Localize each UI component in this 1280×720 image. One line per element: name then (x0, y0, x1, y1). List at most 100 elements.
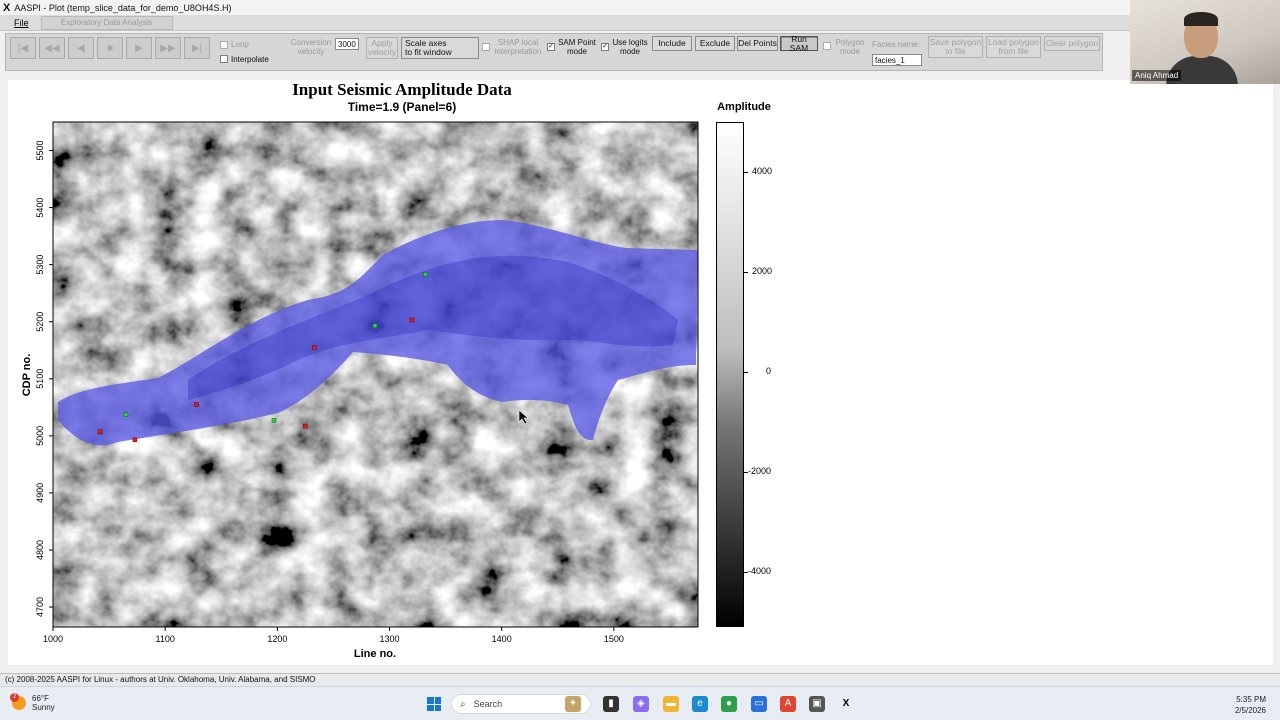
sam-point-line2: mode (566, 47, 587, 56)
y-tick-label: 4700 (35, 597, 45, 617)
exclude-point[interactable] (303, 423, 308, 429)
interpolate-checkbox[interactable] (220, 55, 228, 63)
acrobat-icon[interactable]: A (780, 696, 796, 712)
webcam-overlay: Aniq Ahmad (1130, 0, 1280, 84)
next-frame-button[interactable]: ▶ (126, 37, 152, 59)
facies-name-input[interactable]: facies_1 (872, 54, 922, 66)
exclude-point[interactable] (194, 402, 199, 407)
x-tick-label: 1200 (267, 634, 287, 644)
x-server-icon[interactable]: X (838, 696, 854, 712)
chrome-icon[interactable]: ● (721, 696, 737, 712)
scale-axes-line2: to fit window (405, 47, 452, 57)
app-window: X AASPI - Plot (temp_slice_data_for_demo… (0, 0, 1280, 720)
skip-forward-icon: ▶| (191, 42, 203, 54)
apply-velocity-line2: velocity (367, 47, 397, 57)
sam-point-checkbox[interactable]: ✓ (547, 43, 555, 51)
seismic-plot[interactable]: 1000 1100 1200 1300 1400 1500 4700 4800 4900 500… (8, 80, 1273, 665)
y-tick-label: 5500 (35, 141, 45, 161)
save-polygon-label: Save polygon to file (930, 38, 982, 56)
skip-back-icon: |◀ (17, 42, 29, 54)
load-polygon-label: Load polygon from file (988, 38, 1039, 56)
rewind-button[interactable]: ◀◀ (39, 37, 65, 59)
conversion-velocity-label: Conversion velocity (288, 38, 334, 56)
x-tick-label: 1100 (155, 634, 174, 644)
load-polygon-button[interactable]: Load polygon from file (986, 36, 1041, 58)
clear-polygon-button[interactable]: Clear polygon (1044, 36, 1100, 51)
weather-widget[interactable]: 2 66°F Sunny (10, 693, 55, 712)
file-explorer-icon[interactable]: ▬ (663, 696, 679, 712)
del-points-button[interactable]: Del Points (737, 36, 778, 51)
x-axis: 1000 1100 1200 1300 1400 1500 (43, 627, 624, 644)
facies-name-label: Facies name: (872, 40, 921, 49)
search-label: Search (473, 699, 503, 709)
first-frame-button[interactable]: |◀ (10, 37, 36, 59)
exclude-button[interactable]: Exclude (695, 36, 735, 51)
save-polygon-line2: to file (945, 46, 966, 56)
stop-button[interactable]: ■ (97, 37, 123, 59)
shap-checkbox[interactable] (482, 43, 490, 51)
taskbar: 2 66°F Sunny ⌕ Search ✦ ▮ ◈ ▬ e ● ▭ A ▣ X … (0, 686, 1280, 720)
taskbar-clock[interactable]: 5:35 PM 2/5/2026 (1235, 694, 1266, 716)
sam-point-line1: SAM Point (558, 38, 596, 47)
save-polygon-button[interactable]: Save polygon to file (928, 36, 983, 58)
fast-forward-icon: ▶▶ (160, 42, 176, 54)
webcam-hair (1184, 12, 1218, 26)
next-icon: ▶ (135, 42, 143, 54)
polygon-mode-label: Polygon mode (832, 38, 868, 56)
use-logits-checkbox[interactable]: ✓ (601, 43, 609, 51)
search-icon: ⌕ (460, 698, 466, 710)
last-frame-button[interactable]: ▶| (184, 37, 210, 59)
y-tick-label: 5200 (35, 312, 45, 332)
prev-frame-button[interactable]: ◀ (68, 37, 94, 59)
apply-velocity-button[interactable]: Apply velocity (366, 37, 398, 59)
y-tick-label: 4900 (35, 483, 45, 503)
edge-icon[interactable]: e (692, 696, 708, 712)
exclude-point[interactable] (132, 437, 138, 443)
x-tick-label: 1300 (380, 634, 400, 644)
remote-desktop-icon[interactable]: ▣ (809, 696, 825, 712)
zoom-icon[interactable]: ▭ (751, 696, 767, 712)
velocity-input[interactable]: 3000 (335, 38, 359, 50)
include-point[interactable] (423, 272, 428, 277)
weather-temp: 66°F (32, 694, 49, 703)
include-point[interactable] (372, 323, 378, 328)
include-point[interactable] (271, 418, 277, 423)
use-logits-line1: Use logits (612, 38, 648, 47)
include-button[interactable]: Include (652, 36, 692, 51)
exclude-point[interactable] (409, 317, 415, 323)
y-tick-label: 5400 (35, 198, 45, 218)
fast-forward-button[interactable]: ▶▶ (155, 37, 181, 59)
exclude-point[interactable] (312, 345, 317, 350)
terminal-icon[interactable]: ▮ (603, 696, 619, 712)
weather-desc: Sunny (32, 703, 55, 712)
menu-bar: File Exploratory Data Analysis (0, 15, 1130, 31)
notification-badge: 2 (10, 693, 19, 702)
y-tick-label: 5100 (35, 369, 45, 389)
scale-axes-button[interactable]: Scale axes to fit window (401, 37, 479, 59)
toolbar: |◀ ◀◀ ◀ ■ ▶ ▶▶ ▶| Loop Interpolate Conve… (5, 33, 1103, 71)
eda-button[interactable]: Exploratory Data Analysis (40, 15, 173, 30)
copilot-icon[interactable]: ◈ (633, 696, 649, 712)
windows-start-icon[interactable] (427, 697, 441, 711)
use-logits-label: Use logits mode (610, 38, 650, 56)
x-tick-label: 1500 (604, 634, 624, 644)
widget-icon[interactable]: ✦ (565, 696, 581, 712)
y-axis: 4700 4800 4900 5000 5100 5200 5300 5400 5500 (35, 141, 53, 617)
sun-icon: 2 (10, 693, 26, 710)
loop-checkbox[interactable] (220, 41, 228, 49)
use-logits-line2: mode (619, 47, 640, 56)
file-menu[interactable]: File (0, 18, 41, 28)
rewind-icon: ◀◀ (44, 42, 60, 54)
webcam-name: Aniq Ahmad (1132, 70, 1182, 81)
exclude-point[interactable] (97, 429, 103, 435)
include-point[interactable] (123, 412, 129, 417)
conversion-velocity-line2: velocity (297, 47, 325, 56)
polygon-mode-checkbox[interactable] (823, 42, 831, 50)
shap-line2: interpretation (494, 47, 542, 56)
plot-canvas[interactable]: Input Seismic Amplitude Data Time=1.9 (P… (8, 80, 1273, 665)
x-logo-icon: X (3, 1, 11, 14)
interpolate-label: Interpolate (231, 55, 269, 64)
title-bar: X AASPI - Plot (temp_slice_data_for_demo… (0, 0, 1280, 15)
run-sam-button[interactable]: Run SAM (780, 34, 818, 52)
polygon-mode-line2: mode (839, 47, 860, 56)
